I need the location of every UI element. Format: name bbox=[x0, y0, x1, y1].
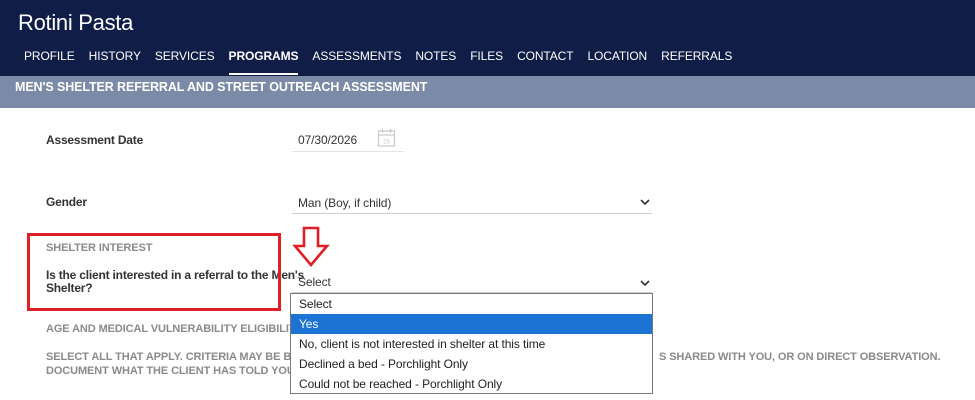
vulnerability-instructions-line1-end: S SHARED WITH YOU, OR ON DIRECT OBSERVAT… bbox=[659, 351, 941, 363]
tab-notes[interactable]: NOTES bbox=[408, 50, 463, 76]
calendar-icon[interactable]: 25 bbox=[377, 128, 396, 147]
dropdown-option-not-interested[interactable]: No, client is not interested in shelter … bbox=[291, 334, 652, 354]
vulnerability-instructions-line2: DOCUMENT WHAT THE CLIENT HAS TOLD YOU OR bbox=[46, 365, 314, 377]
dropdown-option-select[interactable]: Select bbox=[291, 294, 652, 314]
tab-assessments[interactable]: ASSESSMENTS bbox=[305, 50, 408, 76]
tab-services[interactable]: SERVICES bbox=[148, 50, 222, 76]
tab-referrals[interactable]: REFERRALS bbox=[654, 50, 739, 76]
section-header: MEN'S SHELTER REFERRAL AND STREET OUTREA… bbox=[0, 76, 975, 108]
gender-label: Gender bbox=[46, 195, 87, 209]
vulnerability-heading: AGE AND MEDICAL VULNERABILITY ELIGIBILIT… bbox=[46, 323, 322, 335]
dropdown-option-not-reached[interactable]: Could not be reached - Porchlight Only bbox=[291, 374, 652, 394]
annotation-highlight-box bbox=[27, 233, 281, 311]
gender-select[interactable]: Man (Boy, if child) bbox=[292, 192, 652, 214]
tab-programs[interactable]: PROGRAMS bbox=[222, 50, 306, 76]
tab-profile[interactable]: PROFILE bbox=[17, 50, 82, 76]
gender-value: Man (Boy, if child) bbox=[298, 196, 392, 210]
shelter-interest-dropdown[interactable]: Select Yes No, client is not interested … bbox=[290, 293, 653, 394]
client-header: Rotini Pasta PROFILE HISTORY SERVICES PR… bbox=[0, 0, 975, 76]
dropdown-option-yes[interactable]: Yes bbox=[291, 314, 652, 334]
tab-history[interactable]: HISTORY bbox=[82, 50, 148, 76]
shelter-interest-select[interactable]: Select bbox=[292, 271, 652, 293]
dropdown-option-declined-bed[interactable]: Declined a bed - Porchlight Only bbox=[291, 354, 652, 374]
chevron-down-icon bbox=[640, 280, 650, 287]
down-arrow-icon bbox=[292, 226, 330, 268]
tab-files[interactable]: FILES bbox=[463, 50, 510, 76]
client-name: Rotini Pasta bbox=[18, 10, 134, 35]
assessment-date-label: Assessment Date bbox=[46, 133, 144, 147]
assessment-date-value: 07/30/2026 bbox=[298, 133, 358, 147]
section-title: MEN'S SHELTER REFERRAL AND STREET OUTREA… bbox=[15, 80, 428, 94]
tab-contact[interactable]: CONTACT bbox=[510, 50, 580, 76]
calendar-icon-day: 25 bbox=[383, 140, 390, 146]
chevron-down-icon bbox=[640, 199, 650, 206]
client-nav: PROFILE HISTORY SERVICES PROGRAMS ASSESS… bbox=[0, 50, 739, 76]
vulnerability-instructions-line1: SELECT ALL THAT APPLY. CRITERIA MAY BE B… bbox=[46, 351, 322, 363]
tab-location[interactable]: LOCATION bbox=[580, 50, 654, 76]
shelter-interest-value: Select bbox=[298, 275, 331, 289]
